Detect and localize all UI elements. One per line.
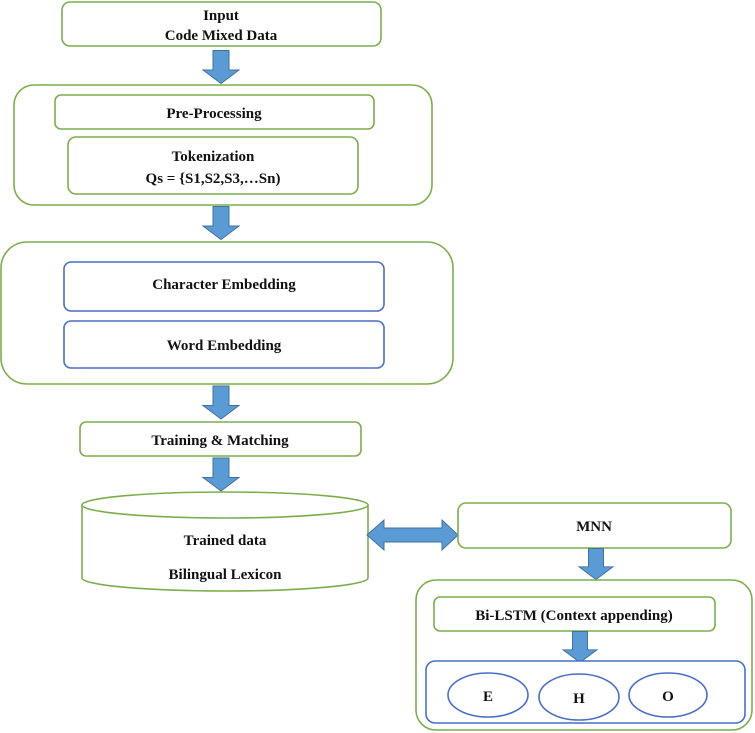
- arrow-down-icon: [202, 206, 240, 240]
- bilstm-group: Bi-LSTM (Context appending) E H O: [415, 579, 753, 731]
- tokenization-formula: Qs = {S1,S2,S3,…Sn): [146, 171, 281, 187]
- input-label: Input: [203, 8, 239, 24]
- arrow-down-icon: [202, 385, 240, 420]
- mnn-box: MNN: [457, 502, 732, 549]
- double-arrow-icon: [366, 518, 459, 552]
- tokenization-label: Tokenization: [172, 149, 255, 165]
- word-embedding-label: Word Embedding: [167, 338, 282, 354]
- bilstm-label: Bi-LSTM (Context appending): [475, 608, 673, 624]
- output-label-h: H: [573, 691, 585, 707]
- training-box: Training & Matching: [79, 421, 362, 457]
- database-sublabel: Bilingual Lexicon: [169, 567, 283, 583]
- input-box: Input Code Mixed Data: [61, 1, 382, 47]
- arrow-down-icon: [202, 50, 240, 84]
- character-embedding-label: Character Embedding: [152, 277, 296, 293]
- arrow-down-icon: [578, 548, 614, 580]
- preprocessing-group: Pre-Processing Tokenization Qs = {S1,S2,…: [13, 84, 433, 206]
- output-label-o: O: [662, 689, 674, 705]
- database-cylinder: Trained data Bilingual Lexicon: [81, 491, 369, 592]
- input-sublabel: Code Mixed Data: [165, 28, 278, 44]
- flow-diagram: Input Code Mixed Data Pre-Processing Tok…: [0, 1, 753, 731]
- output-label-e: E: [483, 689, 493, 705]
- arrow-down-icon: [202, 457, 240, 492]
- database-label: Trained data: [184, 533, 267, 549]
- preprocessing-label: Pre-Processing: [166, 106, 262, 122]
- training-label: Training & Matching: [151, 433, 289, 449]
- mnn-label: MNN: [576, 519, 612, 535]
- embedding-group: Character Embedding Word Embedding: [0, 241, 454, 385]
